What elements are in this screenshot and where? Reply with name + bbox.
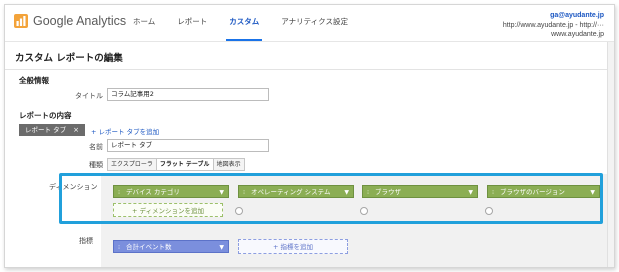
top-bar: Google Analytics ホーム レポート カスタム アナリティクス設定… xyxy=(5,5,614,42)
tab-name-input[interactable]: レポート タブ xyxy=(107,139,269,152)
general-info-heading: 全般情報 xyxy=(19,76,49,85)
main-nav: ホーム レポート カスタム アナリティクス設定 xyxy=(133,17,370,41)
page-title: カスタム レポートの編集 xyxy=(15,53,123,64)
chevron-down-icon[interactable]: ▼ xyxy=(219,241,224,254)
add-metric-button[interactable]: + 指標を追加 xyxy=(238,239,348,254)
logo-text: Google Analytics xyxy=(33,14,127,28)
dimension-highlight-box xyxy=(59,173,603,224)
title-label: タイトル xyxy=(75,92,103,100)
nav-home[interactable]: ホーム xyxy=(133,17,155,27)
name-label: 名前 xyxy=(89,143,103,151)
metric-chip-total-events[interactable]: ⁝ 合計イベント数 ▼ xyxy=(113,240,229,253)
editor-content: カスタム レポートの編集 全般情報 タイトル コラム記事用2 レポートの内容 レ… xyxy=(5,42,614,267)
nav-admin[interactable]: アナリティクス設定 xyxy=(281,17,348,27)
nav-custom[interactable]: カスタム xyxy=(226,17,263,41)
report-type-selector: エクスプローラ フラット テーブル 地図表示 xyxy=(107,158,245,171)
close-icon[interactable]: × xyxy=(73,126,79,134)
type-map-overlay-button[interactable]: 地図表示 xyxy=(213,159,244,170)
type-explorer-button[interactable]: エクスプローラ xyxy=(108,159,157,170)
title-divider xyxy=(5,69,614,70)
google-analytics-logo[interactable]: Google Analytics xyxy=(13,13,126,29)
drag-handle-icon[interactable]: ⁝ xyxy=(118,241,120,254)
type-flat-table-button[interactable]: フラット テーブル xyxy=(156,159,214,170)
report-content-heading: レポートの内容 xyxy=(19,111,72,120)
account-selector[interactable]: ga@ayudante.jp http://www.ayudante.jp - … xyxy=(503,11,604,40)
analytics-logo-icon xyxy=(14,14,28,28)
scrollbar[interactable] xyxy=(607,42,614,267)
metric-label: 指標 xyxy=(79,237,93,245)
account-email: ga@ayudante.jp xyxy=(550,12,604,19)
app-window: Google Analytics ホーム レポート カスタム アナリティクス設定… xyxy=(4,4,615,268)
report-tab-chip[interactable]: レポート タブ × xyxy=(19,124,85,136)
title-input[interactable]: コラム記事用2 xyxy=(107,88,269,101)
account-property: www.ayudante.jp xyxy=(551,31,604,38)
nav-reports[interactable]: レポート xyxy=(177,17,207,27)
report-tab-label: レポート タブ xyxy=(25,126,67,134)
add-report-tab-link[interactable]: + レポート タブを追加 xyxy=(91,126,159,136)
type-label: 種類 xyxy=(89,161,103,169)
account-url: http://www.ayudante.jp - http://··· xyxy=(502,21,604,29)
